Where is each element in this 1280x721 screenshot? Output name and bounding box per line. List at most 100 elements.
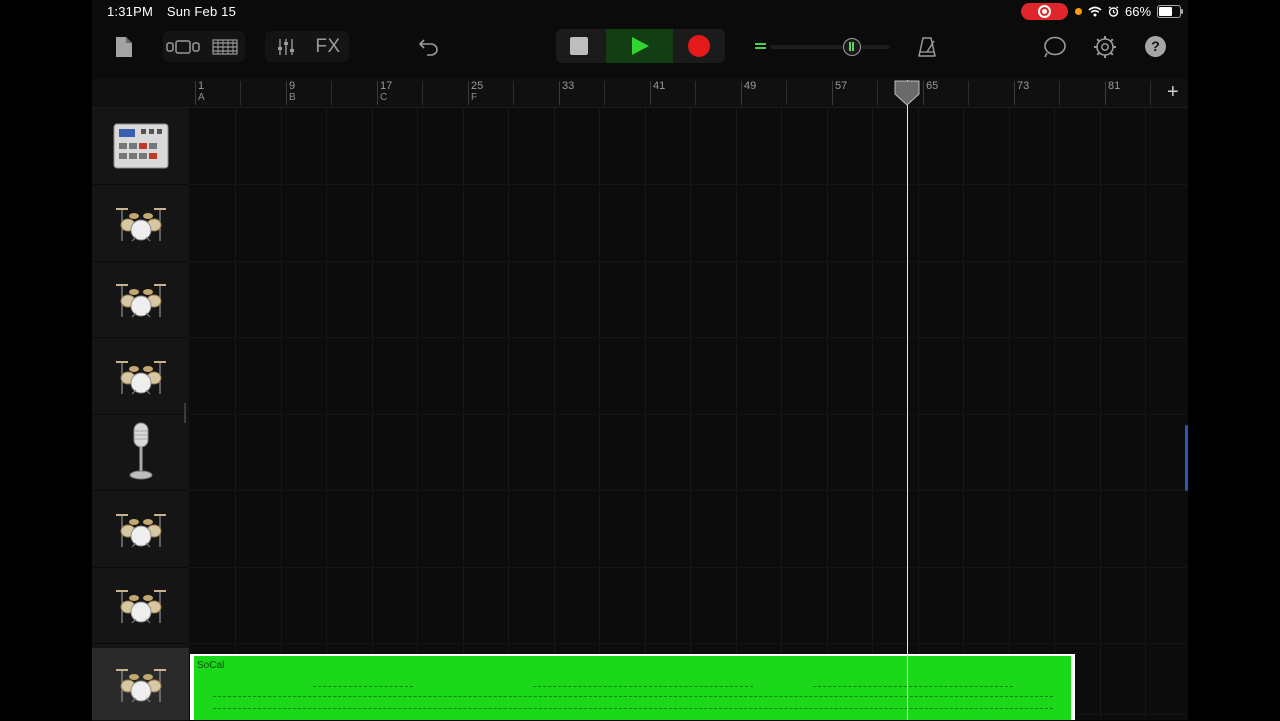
timeline-ruler[interactable]: 1 A 9 B 17 C 25 F 33 41 49 57 65 73 81 <box>92 79 1188 108</box>
vertical-scrollbar[interactable] <box>1185 425 1188 491</box>
tracks-view-icon <box>212 39 238 55</box>
ruler-tick <box>468 81 469 105</box>
my-songs-button[interactable] <box>113 34 135 60</box>
ruler-minor-tick <box>604 81 605 105</box>
drum-kit-icon <box>92 338 189 414</box>
play-icon <box>632 37 649 55</box>
fx-button[interactable]: FX <box>310 33 346 61</box>
track-header-8[interactable] <box>92 648 189 721</box>
battery-icon <box>1157 5 1184 18</box>
drum-kit-icon <box>92 491 189 567</box>
metronome-icon <box>918 37 936 57</box>
ruler-tick <box>195 81 196 105</box>
document-icon <box>116 37 132 57</box>
metronome-button[interactable] <box>914 34 940 60</box>
stop-button[interactable] <box>556 29 606 63</box>
ruler-minor-tick <box>240 81 241 105</box>
region-waveform-line <box>213 708 1053 709</box>
ruler-minor-tick <box>1059 81 1060 105</box>
track-header-2[interactable] <box>92 185 189 262</box>
status-date: Sun Feb 15 <box>166 4 237 19</box>
mic-in-use-dot <box>1075 8 1082 15</box>
record-icon <box>688 35 710 57</box>
mixer-icon <box>278 39 294 55</box>
tracks-view-button[interactable] <box>208 35 242 59</box>
ruler-section-letter: C <box>380 92 388 103</box>
screen-record-icon <box>1038 5 1051 18</box>
settings-icon <box>1094 36 1116 58</box>
ruler-bar-number: 57 <box>835 80 848 92</box>
undo-button[interactable] <box>415 35 443 59</box>
ruler-tick <box>832 81 833 105</box>
loops-button[interactable] <box>1042 34 1068 60</box>
undo-icon <box>418 39 438 56</box>
stop-icon <box>570 37 588 55</box>
ruler-minor-tick <box>877 81 878 105</box>
ruler-bar-number: 9 <box>289 80 296 92</box>
region-left-handle[interactable] <box>190 654 194 720</box>
ruler-bar-number: 41 <box>653 80 666 92</box>
region-waveform-line <box>533 686 753 687</box>
ruler-bar-number: 49 <box>744 80 757 92</box>
drum-kit-icon <box>92 185 189 261</box>
ruler-bar-number: 65 <box>926 80 939 92</box>
ruler-bar-number: 81 <box>1108 80 1121 92</box>
region-waveform-line <box>813 686 1013 687</box>
ruler-bar-number: 33 <box>562 80 575 92</box>
region-name: SoCal <box>197 660 225 671</box>
status-bar-right: 66% <box>1075 4 1184 19</box>
ruler-minor-tick <box>513 81 514 105</box>
ruler-minor-tick <box>1150 81 1151 105</box>
playhead-marker-icon <box>894 80 920 106</box>
drum-kit-icon <box>92 567 189 643</box>
track-header-5[interactable] <box>92 414 189 491</box>
screen-recording-indicator[interactable] <box>1021 3 1068 20</box>
track-lane-divider <box>190 643 1188 644</box>
ruler-bar-number: 25 <box>471 80 484 92</box>
drum-machine-icon <box>92 108 189 184</box>
browser-button[interactable] <box>165 35 201 59</box>
playhead-line <box>907 80 908 720</box>
battery-percent: 66% <box>1125 4 1152 19</box>
play-button[interactable] <box>606 29 673 63</box>
region-waveform-line <box>213 696 1053 697</box>
mixer-button[interactable] <box>272 35 300 59</box>
settings-button[interactable] <box>1092 34 1118 60</box>
ruler-section-letter: B <box>289 92 296 103</box>
loop-browser-icon <box>166 40 200 54</box>
master-volume-slider[interactable] <box>770 45 890 49</box>
master-volume-icon[interactable] <box>843 38 861 56</box>
track-lane-divider <box>190 184 1188 185</box>
ruler-section-letter: A <box>198 92 205 103</box>
status-time: 1:31PM <box>107 4 154 19</box>
add-section-button[interactable]: + <box>1167 81 1179 104</box>
ruler-bar-number: 1 <box>198 80 205 92</box>
track-header-4[interactable] <box>92 338 189 415</box>
ruler-tick <box>286 81 287 105</box>
track-header-3[interactable] <box>92 261 189 338</box>
track-header-7[interactable] <box>92 567 189 644</box>
track-header-6[interactable] <box>92 491 189 568</box>
drum-kit-icon <box>92 261 189 337</box>
ruler-bar-number: 73 <box>1017 80 1030 92</box>
ruler-minor-tick <box>695 81 696 105</box>
region-socal[interactable]: SoCal <box>193 654 1073 720</box>
track-lane-divider <box>190 567 1188 568</box>
microphone-icon <box>92 414 189 490</box>
header-resize-handle[interactable] <box>184 403 186 423</box>
region-right-handle[interactable] <box>1071 654 1075 720</box>
ruler-section-letter: F <box>471 92 478 103</box>
record-button[interactable] <box>673 29 725 63</box>
ruler-bar-number: 17 <box>380 80 393 92</box>
ruler-tick <box>923 81 924 105</box>
playhead-handle[interactable] <box>894 80 920 106</box>
drum-kit-icon <box>92 648 189 720</box>
region-waveform-line <box>313 686 413 687</box>
wifi-icon <box>1088 6 1102 17</box>
ruler-minor-tick <box>968 81 969 105</box>
help-button[interactable]: ? <box>1145 36 1166 57</box>
battery-fill <box>1159 7 1173 16</box>
output-level-meter <box>755 43 766 51</box>
track-header-1[interactable] <box>92 108 189 185</box>
ruler-minor-tick <box>331 81 332 105</box>
